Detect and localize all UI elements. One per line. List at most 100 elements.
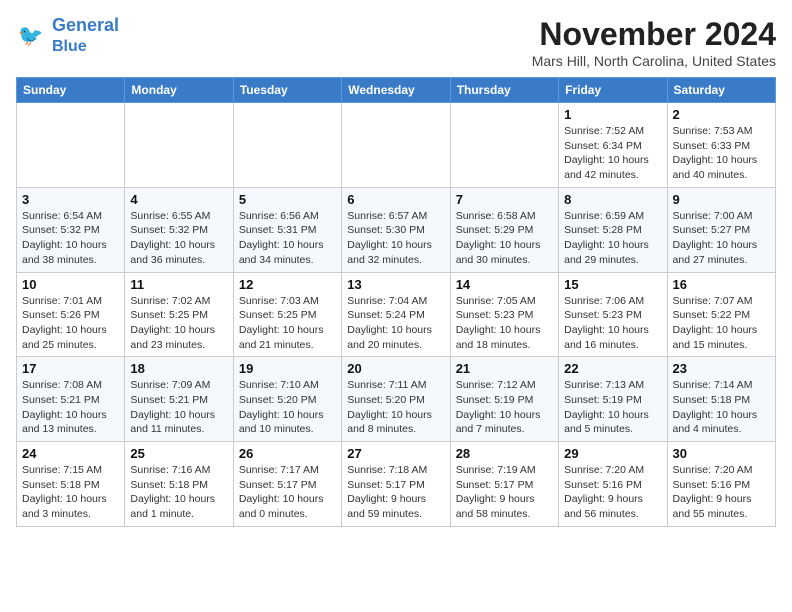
day-number: 3 [22,192,119,207]
calendar-cell: 5 Sunrise: 6:56 AM Sunset: 5:31 PM Daylig… [233,187,341,272]
calendar-cell: 30Sunrise: 7:20 AM Sunset: 5:16 PM Dayli… [667,442,775,527]
day-number: 15 [564,277,661,292]
day-info: Sunrise: 6:55 AM Sunset: 5:32 PM Dayligh… [130,209,227,268]
day-number: 12 [239,277,336,292]
day-number: 11 [130,277,227,292]
day-number: 21 [456,361,553,376]
calendar-cell: 29 Sunrise: 7:20 AM Sunset: 5:16 PM Dayli… [559,442,667,527]
day-info: Sunrise: 6:58 AM Sunset: 5:29 PM Dayligh… [456,209,553,268]
day-info: Sunrise: 7:19 AM Sunset: 5:17 PM Dayligh… [456,463,553,522]
calendar-cell: 21 Sunrise: 7:12 AM Sunset: 5:19 PM Dayli… [450,357,558,442]
day-info: Sunrise: 7:10 AM Sunset: 5:20 PM Dayligh… [239,378,336,437]
month-title: November 2024 [532,16,776,53]
day-info: Sunrise: 7:03 AM Sunset: 5:25 PM Dayligh… [239,294,336,353]
day-info: Sunrise: 7:05 AM Sunset: 5:23 PM Dayligh… [456,294,553,353]
calendar-week-3: 10Sunrise: 7:01 AM Sunset: 5:26 PM Dayli… [17,272,776,357]
calendar-cell: 16 Sunrise: 7:07 AM Sunset: 5:22 PM Dayli… [667,272,775,357]
calendar-cell [342,103,450,188]
calendar-cell: 4 Sunrise: 6:55 AM Sunset: 5:32 PM Daylig… [125,187,233,272]
day-info: Sunrise: 7:13 AM Sunset: 5:19 PM Dayligh… [564,378,661,437]
day-number: 26 [239,446,336,461]
day-number: 23 [673,361,770,376]
calendar-table: SundayMondayTuesdayWednesdayThursdayFrid… [16,77,776,527]
day-number: 4 [130,192,227,207]
weekday-header-friday: Friday [559,78,667,103]
day-number: 7 [456,192,553,207]
calendar-cell: 9 Sunrise: 7:00 AM Sunset: 5:27 PM Daylig… [667,187,775,272]
day-number: 29 [564,446,661,461]
day-number: 30 [673,446,770,461]
day-info: Sunrise: 7:09 AM Sunset: 5:21 PM Dayligh… [130,378,227,437]
day-info: Sunrise: 7:02 AM Sunset: 5:25 PM Dayligh… [130,294,227,353]
day-info: Sunrise: 7:12 AM Sunset: 5:19 PM Dayligh… [456,378,553,437]
day-number: 14 [456,277,553,292]
calendar-week-2: 3 Sunrise: 6:54 AM Sunset: 5:32 PM Daylig… [17,187,776,272]
day-info: Sunrise: 7:16 AM Sunset: 5:18 PM Dayligh… [130,463,227,522]
logo: 🐦 General Blue [16,16,119,56]
calendar-cell: 15 Sunrise: 7:06 AM Sunset: 5:23 PM Dayli… [559,272,667,357]
day-number: 16 [673,277,770,292]
day-number: 25 [130,446,227,461]
calendar-cell: 12 Sunrise: 7:03 AM Sunset: 5:25 PM Dayli… [233,272,341,357]
day-info: Sunrise: 7:20 AM Sunset: 5:16 PM Dayligh… [564,463,661,522]
title-block: November 2024 Mars Hill, North Carolina,… [532,16,776,69]
day-info: Sunrise: 6:56 AM Sunset: 5:31 PM Dayligh… [239,209,336,268]
day-info: Sunrise: 7:17 AM Sunset: 5:17 PM Dayligh… [239,463,336,522]
calendar-cell: 6 Sunrise: 6:57 AM Sunset: 5:30 PM Daylig… [342,187,450,272]
logo-icon: 🐦 [16,20,48,52]
day-number: 9 [673,192,770,207]
day-number: 20 [347,361,444,376]
day-info: Sunrise: 7:08 AM Sunset: 5:21 PM Dayligh… [22,378,119,437]
day-number: 28 [456,446,553,461]
calendar-cell: 22 Sunrise: 7:13 AM Sunset: 5:19 PM Dayli… [559,357,667,442]
weekday-header-wednesday: Wednesday [342,78,450,103]
day-number: 2 [673,107,770,122]
weekday-header-sunday: Sunday [17,78,125,103]
calendar-cell: 23 Sunrise: 7:14 AM Sunset: 5:18 PM Dayli… [667,357,775,442]
calendar-cell: 26 Sunrise: 7:17 AM Sunset: 5:17 PM Dayli… [233,442,341,527]
day-number: 13 [347,277,444,292]
day-info: Sunrise: 7:18 AM Sunset: 5:17 PM Dayligh… [347,463,444,522]
calendar-cell [450,103,558,188]
calendar-cell: 25 Sunrise: 7:16 AM Sunset: 5:18 PM Dayli… [125,442,233,527]
calendar-cell: 8 Sunrise: 6:59 AM Sunset: 5:28 PM Daylig… [559,187,667,272]
day-number: 24 [22,446,119,461]
calendar-cell: 27Sunrise: 7:18 AM Sunset: 5:17 PM Dayli… [342,442,450,527]
calendar-header-row: SundayMondayTuesdayWednesdayThursdayFrid… [17,78,776,103]
day-number: 5 [239,192,336,207]
calendar-cell: 20 Sunrise: 7:11 AM Sunset: 5:20 PM Dayli… [342,357,450,442]
day-info: Sunrise: 7:15 AM Sunset: 5:18 PM Dayligh… [22,463,119,522]
day-info: Sunrise: 7:00 AM Sunset: 5:27 PM Dayligh… [673,209,770,268]
location-title: Mars Hill, North Carolina, United States [532,53,776,69]
day-info: Sunrise: 7:07 AM Sunset: 5:22 PM Dayligh… [673,294,770,353]
calendar-cell: 24 Sunrise: 7:15 AM Sunset: 5:18 PM Dayli… [17,442,125,527]
day-info: Sunrise: 6:54 AM Sunset: 5:32 PM Dayligh… [22,209,119,268]
day-number: 22 [564,361,661,376]
day-info: Sunrise: 6:57 AM Sunset: 5:30 PM Dayligh… [347,209,444,268]
calendar-cell: 18Sunrise: 7:09 AM Sunset: 5:21 PM Dayli… [125,357,233,442]
day-info: Sunrise: 7:53 AM Sunset: 6:33 PM Dayligh… [673,124,770,183]
calendar-cell: 11 Sunrise: 7:02 AM Sunset: 5:25 PM Dayli… [125,272,233,357]
logo-text: General Blue [52,16,119,56]
day-info: Sunrise: 7:04 AM Sunset: 5:24 PM Dayligh… [347,294,444,353]
calendar-cell: 13 Sunrise: 7:04 AM Sunset: 5:24 PM Dayli… [342,272,450,357]
svg-text:🐦: 🐦 [18,24,44,47]
day-number: 10 [22,277,119,292]
day-number: 1 [564,107,661,122]
page-header: 🐦 General Blue November 2024 Mars Hill, … [16,16,776,69]
calendar-cell: 7 Sunrise: 6:58 AM Sunset: 5:29 PM Daylig… [450,187,558,272]
calendar-cell: 14 Sunrise: 7:05 AM Sunset: 5:23 PM Dayli… [450,272,558,357]
calendar-cell: 1Sunrise: 7:52 AM Sunset: 6:34 PM Daylig… [559,103,667,188]
day-number: 6 [347,192,444,207]
calendar-cell: 17Sunrise: 7:08 AM Sunset: 5:21 PM Dayli… [17,357,125,442]
day-info: Sunrise: 6:59 AM Sunset: 5:28 PM Dayligh… [564,209,661,268]
weekday-header-saturday: Saturday [667,78,775,103]
day-info: Sunrise: 7:14 AM Sunset: 5:18 PM Dayligh… [673,378,770,437]
calendar-cell [125,103,233,188]
weekday-header-tuesday: Tuesday [233,78,341,103]
day-info: Sunrise: 7:06 AM Sunset: 5:23 PM Dayligh… [564,294,661,353]
day-info: Sunrise: 7:11 AM Sunset: 5:20 PM Dayligh… [347,378,444,437]
calendar-cell: 2 Sunrise: 7:53 AM Sunset: 6:33 PM Daylig… [667,103,775,188]
calendar-week-1: 1Sunrise: 7:52 AM Sunset: 6:34 PM Daylig… [17,103,776,188]
day-number: 8 [564,192,661,207]
